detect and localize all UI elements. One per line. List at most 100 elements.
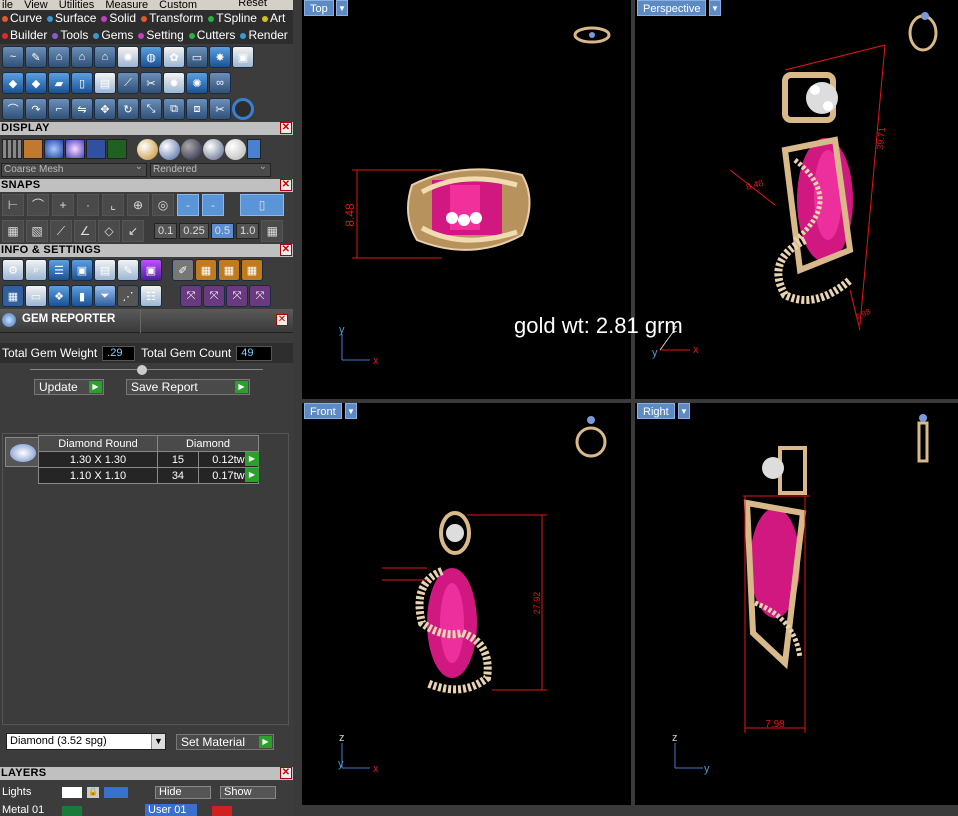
- doc-icon[interactable]: ▤: [94, 72, 116, 94]
- curve-edit-icon[interactable]: ⌒: [2, 98, 24, 120]
- gem-thumbnail[interactable]: [5, 437, 39, 467]
- tab-curve[interactable]: Curve: [2, 11, 42, 25]
- tab-tspline[interactable]: TSpline: [208, 11, 257, 25]
- snap-point-icon[interactable]: ·: [77, 194, 99, 216]
- snap-curve-icon[interactable]: ⌒: [27, 194, 49, 216]
- leaf-icon[interactable]: ◍: [140, 46, 162, 68]
- tab-gems[interactable]: Gems: [93, 28, 133, 42]
- hidden-line-icon[interactable]: [23, 139, 43, 159]
- chevron-down-icon[interactable]: ▼: [336, 0, 348, 16]
- list-icon[interactable]: ☷: [140, 285, 162, 307]
- viewport-perspective[interactable]: 39.71 8.48 7.98 xyz Perspective ▼: [635, 0, 958, 399]
- show-button[interactable]: Show: [220, 786, 276, 799]
- burst-icon[interactable]: ✹: [163, 72, 185, 94]
- chrome-sphere-icon[interactable]: [159, 138, 180, 160]
- viewport-label-perspective[interactable]: Perspective: [637, 0, 707, 16]
- menu-reset[interactable]: Reset: [238, 0, 267, 9]
- snap-value-3[interactable]: 0.5: [210, 223, 235, 239]
- notes-icon[interactable]: ✎: [117, 259, 139, 281]
- arc-icon[interactable]: ↷: [25, 98, 47, 120]
- set-material-button[interactable]: Set Material ▶: [176, 734, 274, 750]
- snap-line-icon[interactable]: -: [202, 194, 224, 216]
- chevron-down-icon[interactable]: ▼: [678, 403, 690, 419]
- display-header[interactable]: DISPLAY ✕: [0, 122, 293, 135]
- viewport-label-right[interactable]: Right: [637, 403, 675, 419]
- display-side-button[interactable]: [247, 139, 261, 159]
- menu-custom[interactable]: Custom: [159, 0, 197, 10]
- snap-end-icon[interactable]: ⌞: [102, 194, 124, 216]
- rotate-icon[interactable]: ↻: [117, 98, 139, 120]
- close-icon[interactable]: ✕: [280, 122, 292, 134]
- table-row[interactable]: 1.30 X 1.30 15 0.12tw: [38, 451, 260, 468]
- settings-gear-icon[interactable]: ⚙: [2, 259, 24, 281]
- viewport-label-top[interactable]: Top: [304, 0, 334, 16]
- curve-tool-icon[interactable]: ~: [2, 46, 24, 68]
- layer-toggle[interactable]: [104, 787, 128, 798]
- purple-cube-icon[interactable]: ▣: [140, 259, 162, 281]
- wrench-icon[interactable]: ✂: [140, 72, 162, 94]
- user-layer-button[interactable]: User 01: [145, 804, 197, 816]
- rendered-icon[interactable]: [65, 139, 85, 159]
- snap-grid-toggle-icon[interactable]: ▦: [261, 220, 284, 242]
- gold-sphere-icon[interactable]: [137, 138, 158, 160]
- tab-transform[interactable]: Transform: [141, 11, 203, 25]
- divider-handle[interactable]: [137, 365, 147, 375]
- info-header[interactable]: INFO & SETTINGS ✕: [0, 244, 293, 257]
- lock-solid-icon[interactable]: ⌂: [94, 46, 116, 68]
- gear-icon[interactable]: ✺: [186, 72, 208, 94]
- transform-c-icon[interactable]: ⤧: [226, 285, 248, 307]
- magnify-icon[interactable]: ⌕: [25, 259, 47, 281]
- snap-angle-icon[interactable]: ∠: [74, 220, 96, 242]
- mesh-select[interactable]: Coarse Mesh: [1, 161, 147, 177]
- layer-color-swatch[interactable]: [62, 787, 82, 798]
- layer-color-swatch[interactable]: [212, 806, 232, 816]
- tab-builder[interactable]: Builder: [2, 28, 47, 42]
- transform-a-icon[interactable]: ⤧: [180, 285, 202, 307]
- mirror-icon[interactable]: ⇋: [71, 98, 93, 120]
- ungroup-icon[interactable]: ⧈: [186, 98, 208, 120]
- screen-icon[interactable]: ▭: [25, 285, 47, 307]
- frame-icon[interactable]: ▦: [195, 259, 217, 281]
- ring-icon[interactable]: [232, 98, 254, 120]
- layer-row[interactable]: Lights 🔒 Hide Show: [0, 785, 293, 801]
- snap-box-icon[interactable]: ▧: [26, 220, 48, 242]
- scale-icon[interactable]: ⤡: [140, 98, 162, 120]
- white-sphere-icon[interactable]: [225, 138, 246, 160]
- tab-surface[interactable]: Surface: [47, 11, 96, 25]
- menu-utilities[interactable]: Utilities: [59, 0, 94, 10]
- row-play-icon[interactable]: ▶: [245, 452, 259, 466]
- menu-file[interactable]: ile: [2, 0, 13, 10]
- chevron-down-icon[interactable]: ▼: [345, 403, 357, 419]
- sheet-icon[interactable]: ▰: [48, 72, 70, 94]
- pipe-icon[interactable]: ⟋: [117, 72, 139, 94]
- filter-icon[interactable]: ⏷: [94, 285, 116, 307]
- render-select[interactable]: Rendered: [150, 161, 271, 177]
- box-icon[interactable]: ▮: [71, 285, 93, 307]
- shaded-icon[interactable]: [44, 139, 64, 159]
- env-icon[interactable]: [86, 139, 106, 159]
- frame2-icon[interactable]: ▦: [218, 259, 240, 281]
- globe-cube-icon[interactable]: ❖: [48, 285, 70, 307]
- flower-icon[interactable]: ✿: [163, 46, 185, 68]
- snap-arrow-icon[interactable]: ↙: [122, 220, 144, 242]
- viewport-label-front[interactable]: Front: [304, 403, 342, 419]
- close-icon[interactable]: ✕: [280, 767, 292, 779]
- scatter-icon[interactable]: ⋰: [117, 285, 139, 307]
- grid-view-icon[interactable]: ▦: [2, 285, 24, 307]
- chevron-down-icon[interactable]: ▼: [709, 0, 721, 16]
- snap-cube-icon[interactable]: ▦: [2, 220, 24, 242]
- chain-icon[interactable]: ∞: [209, 72, 231, 94]
- group-icon[interactable]: ⧉: [163, 98, 185, 120]
- snap-ruler-icon[interactable]: ⟋: [50, 220, 72, 242]
- pen-tool-icon[interactable]: ✎: [25, 46, 47, 68]
- snap-toggle-icon[interactable]: ▯: [240, 194, 284, 216]
- transform-d-icon[interactable]: ⤧: [249, 285, 271, 307]
- close-icon[interactable]: ✕: [280, 179, 292, 191]
- update-button[interactable]: Update ▶: [34, 379, 104, 395]
- camera-icon[interactable]: ▭: [186, 46, 208, 68]
- snaps-header[interactable]: SNAPS ✕: [0, 179, 293, 192]
- snap-center-icon[interactable]: ⊕: [127, 194, 149, 216]
- snap-value-1[interactable]: 0.1: [154, 223, 178, 239]
- snap-diamond-icon[interactable]: ◇: [98, 220, 120, 242]
- snap-circle-icon[interactable]: ◎: [152, 194, 174, 216]
